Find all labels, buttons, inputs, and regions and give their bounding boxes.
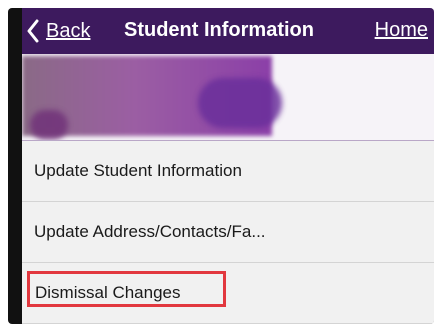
menu-item-update-address-contacts[interactable]: Update Address/Contacts/Fa... — [22, 202, 434, 263]
app-screen: Back Student Information Home Update Stu… — [22, 8, 434, 324]
menu-item-label: Update Address/Contacts/Fa... — [34, 222, 266, 241]
student-profile-header — [22, 54, 434, 141]
redacted-avatar-edge — [30, 110, 68, 140]
menu-item-label: Update Student Information — [34, 161, 242, 180]
menu-item-dismissal-changes[interactable]: Dismissal Changes — [22, 263, 434, 324]
menu-item-label: Dismissal Changes — [35, 283, 181, 302]
navigation-bar: Back Student Information Home — [22, 8, 434, 54]
home-link[interactable]: Home — [375, 19, 428, 42]
back-label: Back — [46, 19, 91, 42]
chevron-left-icon — [26, 18, 40, 44]
menu-item-update-student-information[interactable]: Update Student Information — [22, 141, 434, 202]
device-frame: Back Student Information Home Update Stu… — [8, 8, 434, 324]
redacted-avatar — [198, 78, 282, 128]
page-title: Student Information — [124, 19, 314, 41]
back-button[interactable]: Back — [26, 18, 90, 44]
